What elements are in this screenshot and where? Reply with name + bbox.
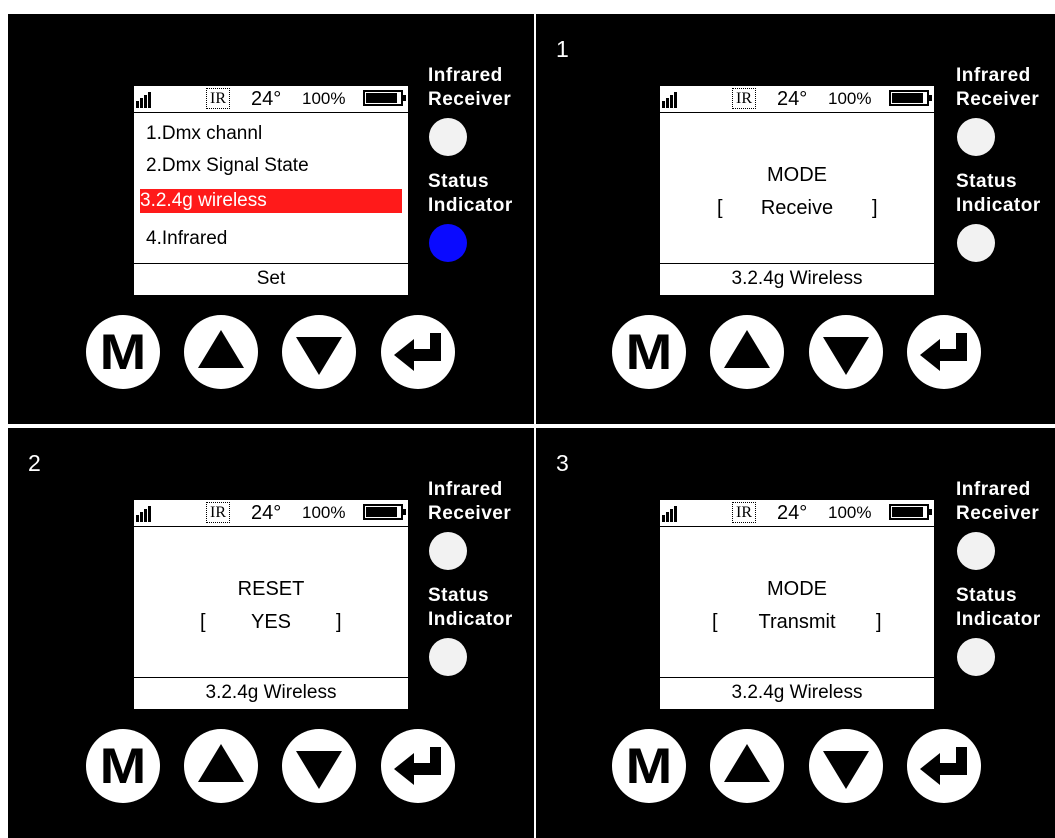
lcd-screen: IR 24° 100% 1.Dmx channl 2.Dmx Signal St… (134, 86, 408, 295)
down-triangle-icon (296, 751, 342, 789)
battery-percent: 100% (302, 503, 346, 522)
signal-icon (136, 506, 156, 522)
setting-value: YES (250, 611, 292, 633)
menu-button[interactable]: M (86, 315, 160, 389)
enter-return-icon (920, 747, 967, 785)
signal-icon (662, 92, 682, 108)
setting-value: Transmit (758, 611, 836, 633)
enter-return-icon (394, 747, 441, 785)
infrared-receiver-light (957, 118, 995, 156)
enter-button[interactable] (907, 315, 981, 389)
status-indicator-light (957, 224, 995, 262)
status-indicator-label: Status Indicator (956, 585, 1041, 630)
down-button[interactable] (282, 729, 356, 803)
status-indicator-label: Status Indicator (428, 171, 513, 216)
temperature-readout: 24° (777, 88, 808, 110)
infrared-receiver-light (957, 532, 995, 570)
enter-button[interactable] (907, 729, 981, 803)
screen-footer: 3.2.4g Wireless (660, 263, 934, 295)
enter-button[interactable] (381, 315, 455, 389)
ir-badge: IR (732, 502, 756, 523)
panel-number: 1 (556, 36, 569, 62)
lcd-screen: IR 24° 100% MODE [ Transmit ] 3.2.4g Wir… (660, 500, 934, 709)
panel-number: 3 (556, 450, 569, 476)
ir-badge: IR (206, 88, 230, 109)
status-bar: IR 24° 100% (134, 86, 408, 113)
panel-number: 2 (28, 450, 41, 476)
infrared-receiver-label: Infrared Receiver (428, 479, 512, 524)
ir-badge: IR (732, 88, 756, 109)
lcd-screen: IR 24° 100% RESET [ YES ] 3.2.4g Wireles… (134, 500, 408, 709)
setting-value-row[interactable]: [ YES ] (134, 610, 408, 634)
infrared-receiver-light (429, 532, 467, 570)
temperature-readout: 24° (777, 502, 808, 524)
menu-button[interactable]: M (612, 315, 686, 389)
battery-icon (889, 90, 932, 106)
setting-title: MODE (767, 578, 827, 600)
up-triangle-icon (198, 330, 244, 368)
enter-button[interactable] (381, 729, 455, 803)
infrared-receiver-light (429, 118, 467, 156)
status-indicator-label: Status Indicator (956, 171, 1041, 216)
up-button[interactable] (184, 729, 258, 803)
battery-icon (363, 504, 406, 520)
down-button[interactable] (809, 729, 883, 803)
down-triangle-icon (296, 337, 342, 375)
status-indicator-label: Status Indicator (428, 585, 513, 630)
up-button[interactable] (710, 729, 784, 803)
ir-badge: IR (206, 502, 230, 523)
status-indicator-light (957, 638, 995, 676)
menu-item-dmx-signal-state[interactable]: 2.Dmx Signal State (146, 154, 309, 178)
screen-footer: 3.2.4g Wireless (660, 677, 934, 709)
device-panel-mode-receive: 1 IR 24° 100% MODE [ Receive ] 3.2.4g Wi… (536, 14, 1055, 424)
menu-item-dmx-channel[interactable]: 1.Dmx channl (146, 122, 262, 146)
temperature-readout: 24° (251, 502, 282, 524)
device-panel-menu: IR 24° 100% 1.Dmx channl 2.Dmx Signal St… (8, 14, 534, 424)
temperature-readout: 24° (251, 88, 282, 110)
enter-return-icon (394, 333, 441, 371)
infrared-receiver-label: Infrared Receiver (956, 65, 1040, 110)
status-indicator-light (429, 224, 467, 262)
signal-icon (662, 506, 682, 522)
menu-button[interactable]: M (612, 729, 686, 803)
setting-value-row[interactable]: [ Transmit ] (660, 610, 934, 634)
menu-item-infrared[interactable]: 4.Infrared (146, 227, 227, 251)
battery-percent: 100% (828, 89, 872, 108)
menu-button[interactable]: M (86, 729, 160, 803)
infrared-receiver-label: Infrared Receiver (428, 65, 512, 110)
setting-value-row[interactable]: [ Receive ] (660, 196, 934, 220)
up-triangle-icon (724, 330, 770, 368)
menu-item-wireless-selected[interactable]: 3.2.4g wireless (140, 189, 402, 213)
status-bar: IR 24° 100% (660, 500, 934, 527)
screen-footer: 3.2.4g Wireless (134, 677, 408, 709)
setting-value: Receive (760, 197, 834, 219)
lcd-screen: IR 24° 100% MODE [ Receive ] 3.2.4g Wire… (660, 86, 934, 295)
up-button[interactable] (710, 315, 784, 389)
status-bar: IR 24° 100% (134, 500, 408, 527)
battery-icon (889, 504, 932, 520)
enter-return-icon (920, 333, 967, 371)
infrared-receiver-label: Infrared Receiver (956, 479, 1040, 524)
setting-title: MODE (767, 164, 827, 186)
battery-icon (363, 90, 406, 106)
device-panel-mode-transmit: 3 IR 24° 100% MODE [ Transmit ] 3.2.4g W… (536, 428, 1055, 838)
down-triangle-icon (823, 751, 869, 789)
status-bar: IR 24° 100% (660, 86, 934, 113)
up-triangle-icon (724, 744, 770, 782)
screen-footer: Set (134, 263, 408, 295)
battery-percent: 100% (828, 503, 872, 522)
signal-icon (136, 92, 156, 108)
device-panel-reset: 2 IR 24° 100% RESET [ YES ] 3.2.4g Wirel… (8, 428, 534, 838)
down-triangle-icon (823, 337, 869, 375)
down-button[interactable] (282, 315, 356, 389)
status-indicator-light (429, 638, 467, 676)
setting-title: RESET (237, 578, 305, 600)
battery-percent: 100% (302, 89, 346, 108)
down-button[interactable] (809, 315, 883, 389)
up-button[interactable] (184, 315, 258, 389)
up-triangle-icon (198, 744, 244, 782)
